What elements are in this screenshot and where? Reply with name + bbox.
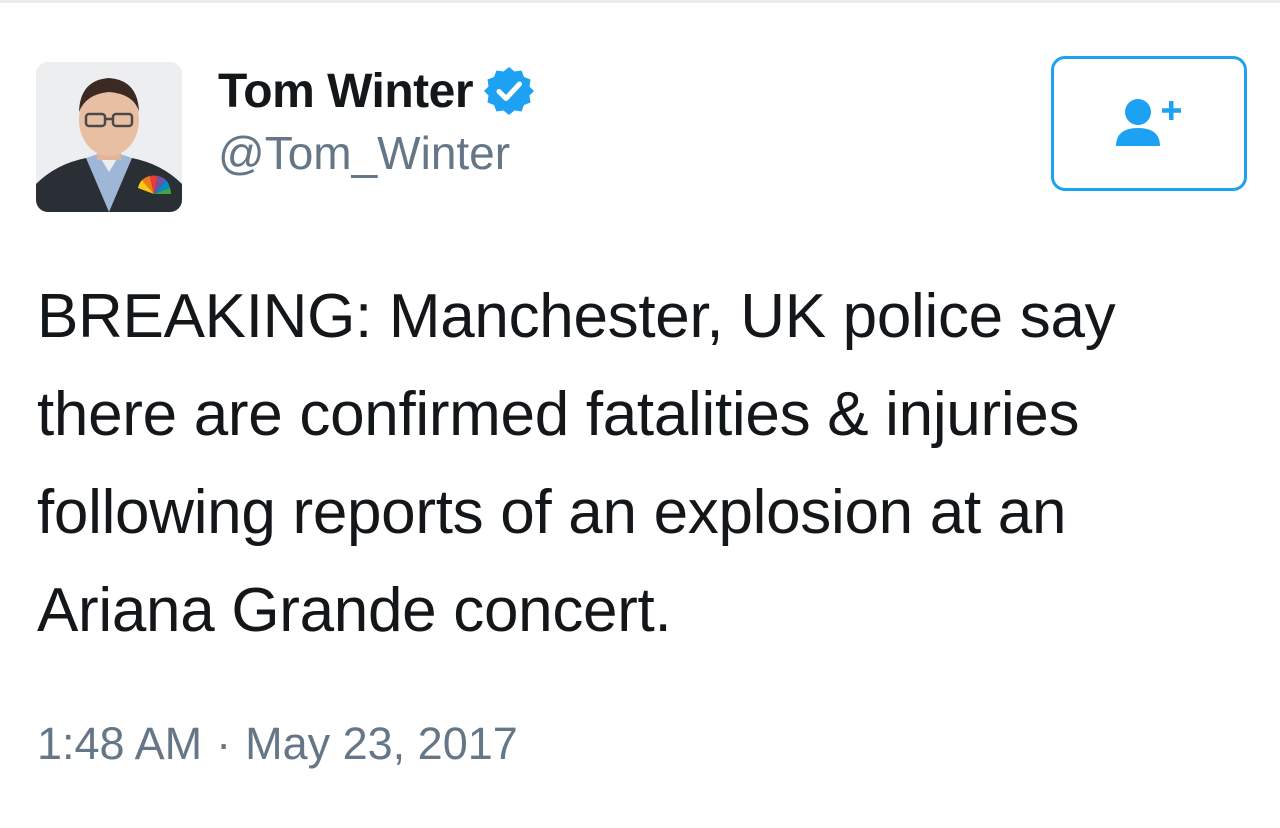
tweet-text: BREAKING: Manchester, UK police say ther… [37, 282, 1116, 645]
author-display-name[interactable]: Tom Winter [218, 64, 474, 119]
author-info: Tom Winter @Tom_Winter [218, 60, 535, 180]
add-user-icon [1116, 98, 1181, 146]
author-handle[interactable]: @Tom_Winter [218, 126, 535, 180]
follow-button[interactable] [1051, 56, 1247, 191]
tweet-date: May 23, 2017 [245, 718, 518, 769]
name-row: Tom Winter [218, 60, 535, 122]
verified-badge-icon [483, 65, 535, 117]
avatar[interactable] [36, 62, 182, 212]
tweet-card: Tom Winter @Tom_Winter BREAKING: Manches… [0, 0, 1280, 828]
avatar-photo [36, 62, 182, 212]
meta-separator: · [216, 718, 232, 769]
tweet-time: 1:48 AM [37, 718, 203, 769]
tweet-timestamp[interactable]: 1:48 AM · May 23, 2017 [37, 718, 518, 770]
